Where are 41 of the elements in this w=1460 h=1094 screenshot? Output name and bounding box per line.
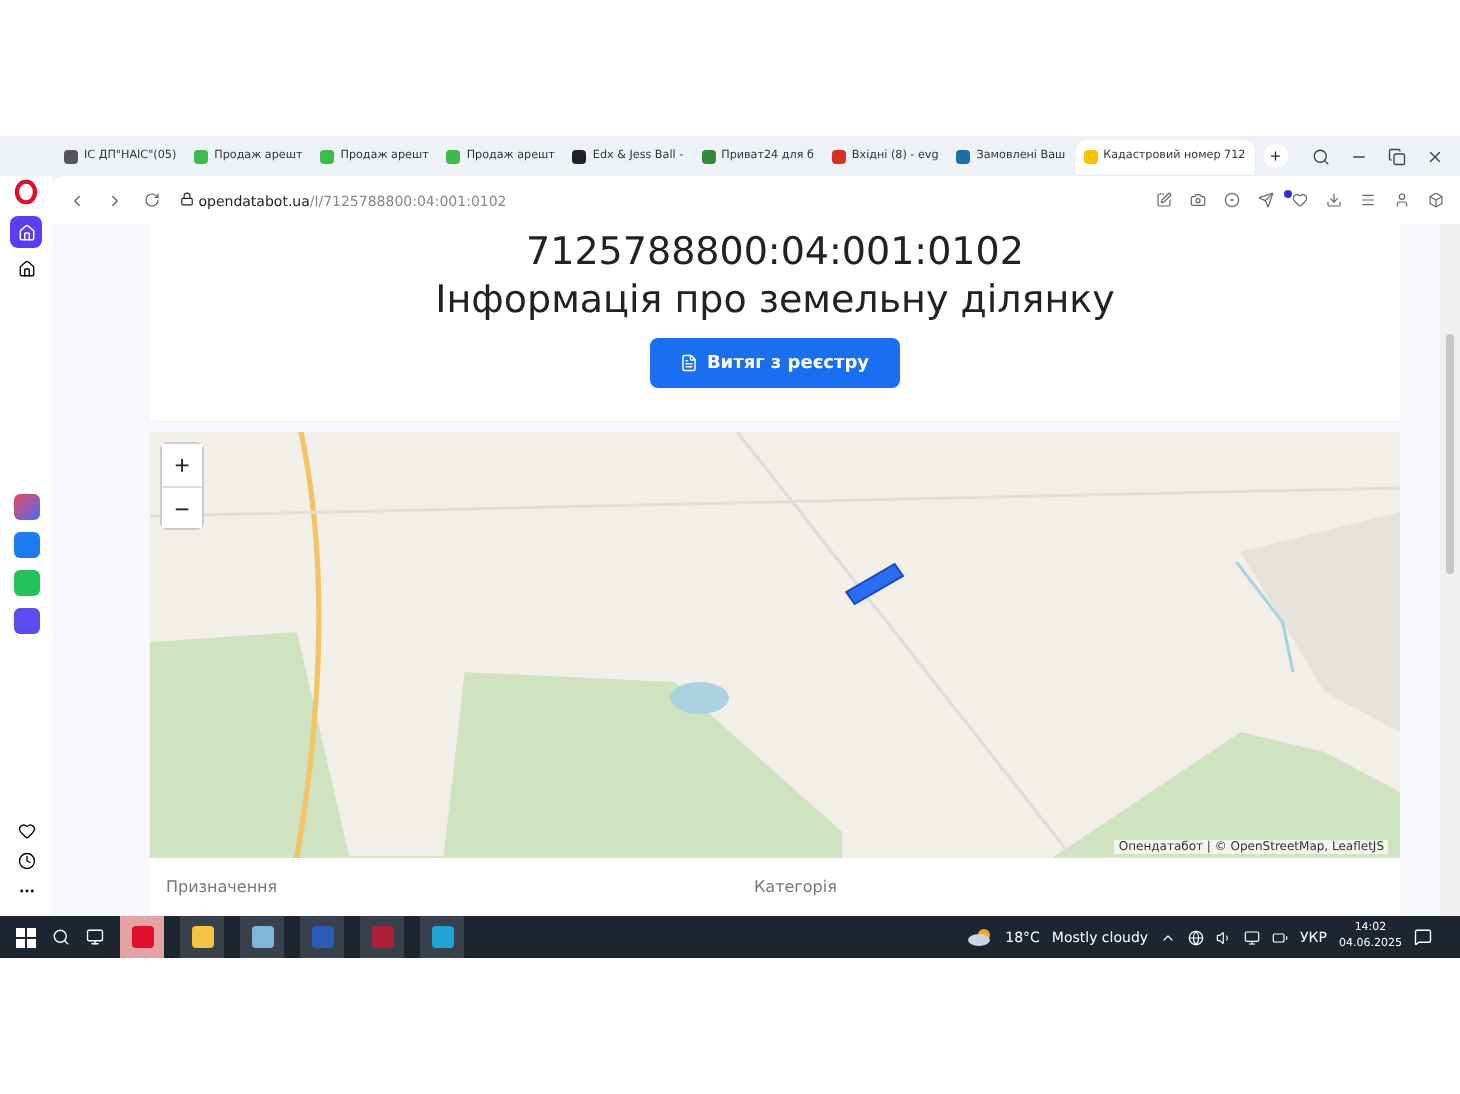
home-icon [17,223,35,241]
field-label: Призначення [166,878,280,896]
forward-icon[interactable] [106,191,124,209]
reload-icon[interactable] [144,192,160,208]
home-button[interactable] [10,216,42,248]
search-icon[interactable] [1312,147,1330,165]
menu-icon[interactable] [1360,192,1376,208]
download-icon[interactable] [1326,192,1342,208]
windows-start-icon[interactable] [16,927,36,947]
user-icon[interactable] [1394,192,1410,208]
field-label: Категорія [754,878,839,896]
send-icon[interactable] [1258,192,1274,208]
extract-button[interactable]: Витяг з реєстру [650,338,900,388]
extensions-icon[interactable] [1428,192,1444,208]
back-icon[interactable] [68,191,86,209]
new-tab-button[interactable]: + [1263,144,1288,168]
network-icon[interactable] [1244,929,1261,945]
history-icon[interactable] [17,852,35,870]
restore-icon[interactable] [1388,147,1406,165]
edit-icon[interactable] [1156,192,1172,208]
home-icon[interactable] [17,260,35,278]
notes-app-button[interactable] [240,916,284,958]
battery-icon[interactable] [1272,929,1289,945]
lock-icon [180,191,194,205]
volume-icon[interactable] [1216,929,1233,945]
weather-cloud-icon[interactable] [967,928,994,946]
opera-logo-icon[interactable] [14,180,38,204]
task-view-icon[interactable] [86,928,104,946]
record-icon[interactable] [1224,192,1240,208]
document-icon [680,354,699,372]
edge-button[interactable] [420,916,464,958]
close-icon[interactable] [1426,147,1444,165]
notifications-icon[interactable] [1414,928,1432,946]
heart-icon[interactable] [17,822,35,840]
file-explorer-button[interactable] [180,916,224,958]
cadastral-number: 7125788800:04:001:0102 [526,230,1024,274]
camera-icon[interactable] [1190,192,1206,208]
zoom-out-button[interactable]: − [162,486,202,528]
page-heading: Інформація про земельну ділянку [435,278,1115,322]
scrollbar[interactable] [1440,224,1460,916]
app-icon[interactable] [13,494,39,520]
